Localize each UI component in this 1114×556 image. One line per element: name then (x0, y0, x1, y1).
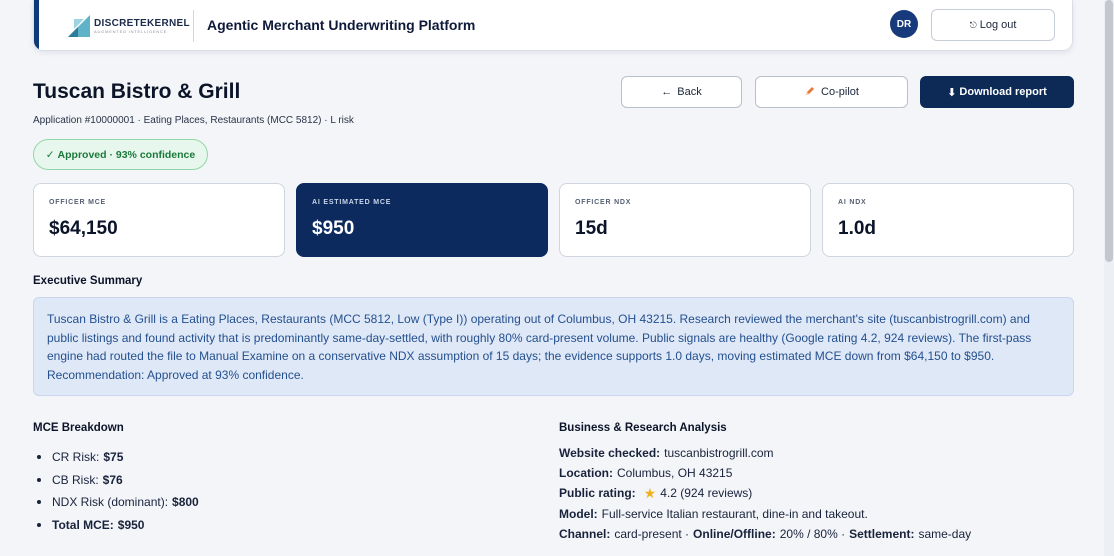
metric-label: OFFICER NDX (575, 199, 632, 206)
list-item: CB Risk: $76 (33, 469, 199, 492)
list-item: CR Risk: $75 (33, 446, 199, 469)
arrow-left-icon: ← (661, 86, 673, 98)
metric-value: $64,150 (49, 218, 118, 239)
metric-value: 15d (575, 218, 608, 239)
brand-logo[interactable]: DISCRETEKERNEL AUGMENTED INTELLIGENCE (66, 13, 190, 39)
user-avatar[interactable]: DR (890, 10, 918, 38)
download-icon: ⬇ (947, 86, 957, 99)
application-meta: Application #10000001 · Eating Places, R… (33, 115, 354, 126)
website-row: Website checked: tuscanbistrogrill.com (559, 446, 774, 461)
rating-row: Public rating: ★ 4.2 (924 reviews) (559, 484, 753, 501)
star-icon: ★ (643, 484, 657, 501)
logout-icon: ⎋ (969, 19, 977, 30)
brand-tagline: AUGMENTED INTELLIGENCE (94, 28, 168, 34)
status-badge: ✓ Approved · 93% confidence (33, 139, 208, 170)
mce-breakdown-list: CR Risk: $75 CB Risk: $76 NDX Risk (domina… (33, 446, 199, 536)
metric-label: OFFICER MCE (49, 199, 107, 206)
metric-card-ai-mce: AI ESTIMATED MCE $950 (296, 183, 548, 257)
scrollbar-thumb[interactable] (1105, 0, 1113, 262)
download-label: Download report (959, 86, 1047, 98)
metric-label: AI ESTIMATED MCE (312, 199, 392, 206)
metric-label: AI NDX (838, 199, 867, 206)
back-label: Back (677, 86, 702, 98)
page-title: Tuscan Bistro & Grill (33, 80, 241, 103)
logo-mark-icon (66, 13, 92, 39)
location-row: Location: Columbus, OH 43215 (559, 466, 733, 481)
list-item: NDX Risk (dominant): $800 (33, 491, 199, 514)
metric-card-officer-mce: OFFICER MCE $64,150 (33, 183, 285, 257)
metric-value: $950 (312, 218, 355, 239)
mce-breakdown-title: MCE Breakdown (33, 422, 124, 434)
copilot-button[interactable]: Co-pilot (755, 76, 908, 108)
metric-card-officer-ndx: OFFICER NDX 15d (559, 183, 811, 257)
logout-label: Log out (979, 19, 1017, 31)
metric-value: 1.0d (838, 218, 877, 239)
logout-button[interactable]: ⎋ Log out (931, 9, 1055, 41)
copilot-label: Co-pilot (821, 86, 859, 98)
executive-summary-text: Tuscan Bistro & Grill is a Eating Places… (33, 297, 1074, 396)
metric-card-ai-ndx: AI NDX 1.0d (822, 183, 1074, 257)
header-divider (193, 10, 194, 42)
header-accent-bar (34, 0, 39, 50)
check-icon: ✓ (45, 148, 55, 161)
list-item: Total MCE: $950 (33, 514, 199, 537)
model-row: Model: Full-service Italian restaurant, d… (559, 506, 868, 521)
app-title: Agentic Merchant Underwriting Platform (207, 17, 476, 33)
executive-summary-title: Executive Summary (33, 275, 143, 287)
research-analysis: Website checked: tuscanbistrogrill.com Lo… (559, 443, 971, 544)
research-title: Business & Research Analysis (559, 422, 727, 434)
page-scrollbar[interactable] (1104, 0, 1114, 556)
pencil-icon (804, 85, 816, 100)
download-report-button[interactable]: ⬇ Download report (920, 76, 1074, 108)
channel-row: Channel: card-present · Online/Offline: 20… (559, 526, 972, 541)
brand-name: DISCRETEKERNEL (94, 17, 190, 29)
back-button[interactable]: ← Back (621, 76, 742, 108)
app-header: DISCRETEKERNEL AUGMENTED INTELLIGENCE Ag… (33, 0, 1073, 51)
status-badge-text: Approved · 93% confidence (57, 148, 196, 161)
